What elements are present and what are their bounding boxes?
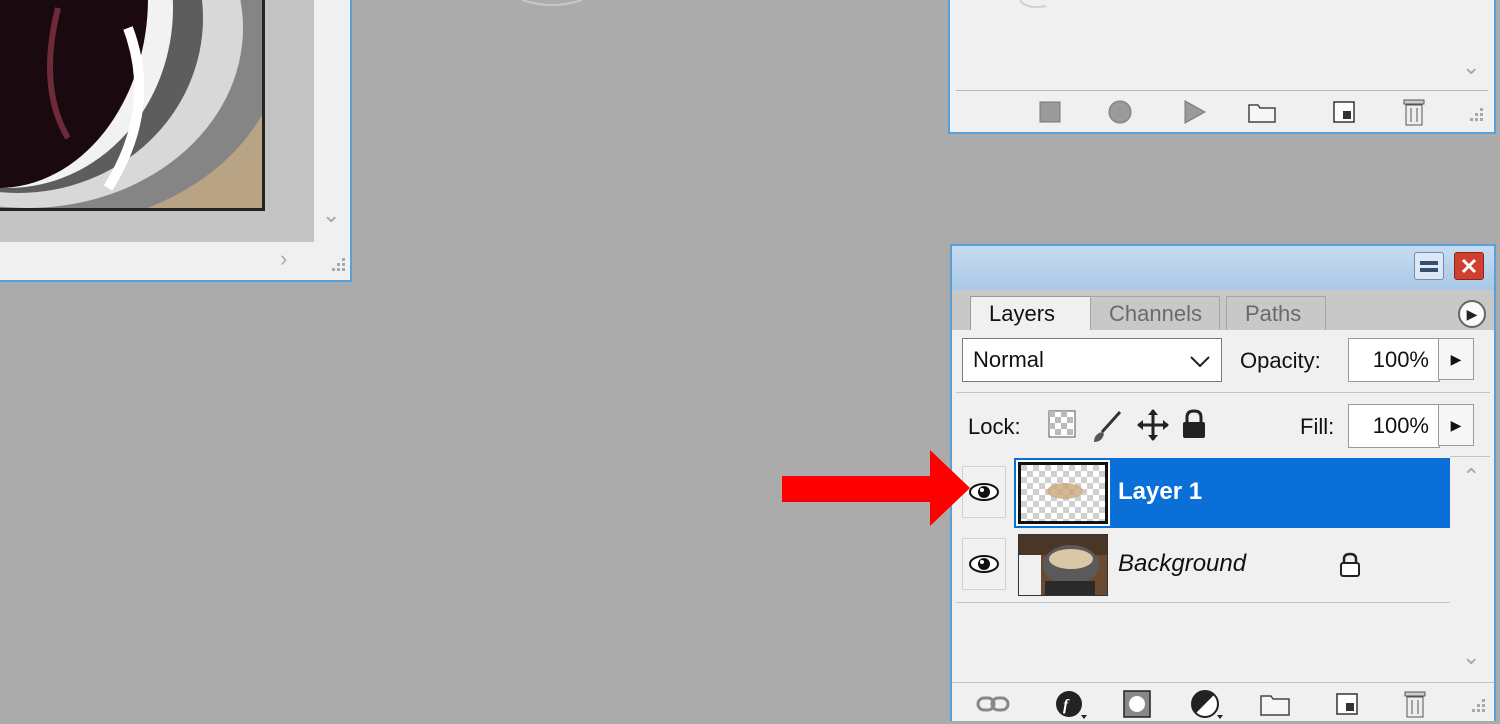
layer-name[interactable]: Layer 1 <box>1118 478 1202 506</box>
document-window: ⌄ › <box>0 0 352 282</box>
visibility-eye-icon[interactable] <box>962 538 1006 590</box>
layers-list: Layer 1 Background <box>956 456 1450 682</box>
divider <box>956 602 1450 603</box>
layers-panel: Layers Channels Paths ▶ Normal Opacity: … <box>950 244 1496 721</box>
actions-list[interactable]: ⌄ <box>956 0 1488 91</box>
layer-locked-icon <box>1338 552 1362 583</box>
resize-grip-icon[interactable] <box>1468 697 1488 717</box>
document-image <box>0 0 265 211</box>
panel-menu-icon[interactable]: ▶ <box>1458 300 1486 328</box>
fill-slider-arrow-icon[interactable]: ▶ <box>1438 404 1474 446</box>
scroll-down-icon[interactable]: ⌄ <box>1462 644 1480 670</box>
layer-style-fx-icon[interactable]: f <box>1054 689 1088 719</box>
actions-panel: ⌄ <box>948 0 1496 134</box>
scroll-down-icon[interactable]: ⌄ <box>322 202 340 228</box>
document-vertical-scrollbar[interactable]: ⌄ <box>314 0 350 242</box>
opacity-label: Opacity: <box>1240 348 1321 373</box>
new-layer-icon[interactable] <box>1330 689 1364 719</box>
scroll-down-icon[interactable]: ⌄ <box>1462 54 1480 80</box>
new-action-icon[interactable] <box>1330 98 1358 126</box>
blend-mode-value: Normal <box>973 347 1044 372</box>
layer-content[interactable]: Background <box>1014 530 1450 600</box>
delete-trash-icon[interactable] <box>1400 98 1428 126</box>
new-set-folder-icon[interactable] <box>1248 98 1276 126</box>
layers-bottom-toolbar: f <box>952 682 1494 724</box>
lock-image-pixels-brush-icon[interactable] <box>1090 410 1124 444</box>
lock-all-icon[interactable] <box>1180 408 1210 440</box>
layer-row-background[interactable]: Background <box>956 530 1450 600</box>
opacity-slider-arrow-icon[interactable]: ▶ <box>1438 338 1474 380</box>
adjustment-layer-icon[interactable] <box>1190 689 1224 719</box>
fill-label: Fill: <box>1300 414 1335 439</box>
panel-tab-strip: Layers Channels Paths ▶ <box>952 290 1494 330</box>
lock-label: Lock: <box>968 414 1021 439</box>
chevron-down-icon <box>1190 356 1210 368</box>
minimize-panel-icon[interactable] <box>1414 252 1444 280</box>
opacity-field[interactable]: 100% <box>1348 338 1440 382</box>
layer-thumbnail-background <box>1018 534 1108 596</box>
resize-grip-icon[interactable] <box>1466 106 1486 126</box>
add-layer-mask-icon[interactable] <box>1120 689 1154 719</box>
new-group-folder-icon[interactable] <box>1258 689 1292 719</box>
record-icon[interactable] <box>1106 98 1134 126</box>
actions-toolbar <box>950 92 1494 130</box>
scroll-up-icon[interactable]: ⌃ <box>1462 464 1480 490</box>
lock-position-move-icon[interactable] <box>1136 408 1170 442</box>
lock-transparent-pixels-icon[interactable] <box>1048 410 1078 440</box>
panel-titlebar[interactable] <box>952 246 1494 290</box>
layer-row-layer-1[interactable]: Layer 1 <box>956 458 1450 528</box>
fill-field[interactable]: 100% <box>1348 404 1440 448</box>
stop-icon[interactable] <box>1036 98 1064 126</box>
layers-vertical-scrollbar[interactable]: ⌃ ⌄ <box>1450 456 1494 682</box>
red-arrow-icon <box>782 450 970 526</box>
layer-content[interactable]: Layer 1 <box>1014 458 1450 528</box>
tab-layers[interactable]: Layers <box>970 296 1094 330</box>
link-layers-icon[interactable] <box>976 689 1010 719</box>
delete-layer-trash-icon[interactable] <box>1398 689 1432 719</box>
blend-mode-select[interactable]: Normal <box>962 338 1222 382</box>
play-icon[interactable] <box>1180 98 1208 126</box>
tab-channels[interactable]: Channels <box>1090 296 1220 330</box>
close-panel-icon[interactable] <box>1454 252 1484 280</box>
divider <box>956 392 1490 393</box>
document-horizontal-scrollbar[interactable]: › <box>0 242 314 280</box>
resize-grip-icon[interactable] <box>328 256 348 276</box>
layer-name[interactable]: Background <box>1118 550 1246 578</box>
layer-thumbnail-transparent <box>1016 460 1110 526</box>
list-item-fragment-icon <box>1019 0 1047 9</box>
document-canvas-area[interactable] <box>0 0 314 242</box>
tab-paths[interactable]: Paths <box>1226 296 1326 330</box>
decorative-circle-fragment <box>521 0 583 6</box>
scroll-right-icon[interactable]: › <box>280 246 287 272</box>
